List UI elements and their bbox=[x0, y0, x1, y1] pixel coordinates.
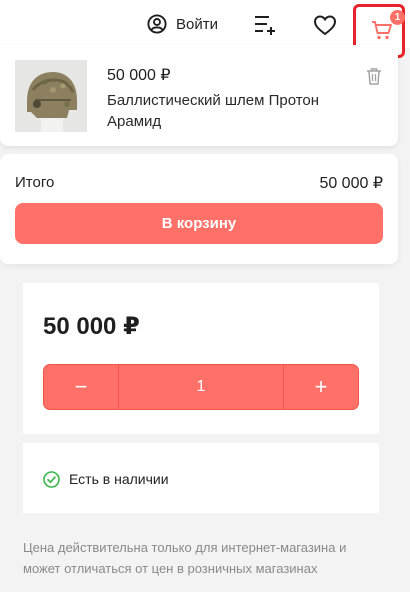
item-name[interactable]: Баллистический шлем Протон Арамид bbox=[107, 90, 337, 132]
quantity-value[interactable]: 1 bbox=[118, 365, 284, 409]
trash-icon[interactable] bbox=[366, 67, 382, 85]
site-header: Войти 1 bbox=[0, 0, 410, 58]
compare-icon[interactable] bbox=[254, 14, 278, 36]
login-label: Войти bbox=[176, 15, 218, 33]
item-price: 50 000 ₽ bbox=[107, 67, 171, 84]
login-link[interactable]: Войти bbox=[147, 13, 218, 35]
price-disclaimer: Цена действительна только для интернет-м… bbox=[23, 540, 347, 576]
product-thumbnail[interactable] bbox=[15, 60, 87, 132]
decrease-quantity-button[interactable]: − bbox=[44, 365, 118, 409]
quantity-stepper: − 1 + bbox=[43, 364, 359, 410]
stock-card: Есть в наличии bbox=[23, 443, 379, 513]
total-label: Итого bbox=[15, 174, 55, 191]
mini-cart-summary: Итого 50 000 ₽ В корзину bbox=[0, 154, 398, 264]
go-to-cart-button[interactable]: В корзину bbox=[15, 203, 383, 244]
product-price: 50 000 ₽ bbox=[43, 313, 140, 340]
total-value: 50 000 ₽ bbox=[319, 175, 383, 192]
stock-status: Есть в наличии bbox=[69, 471, 169, 487]
user-icon bbox=[147, 14, 167, 34]
mini-cart-item: 50 000 ₽ Баллистический шлем Протон Арам… bbox=[0, 45, 398, 146]
cart-count-badge: 1 bbox=[390, 10, 405, 25]
check-circle-icon bbox=[43, 471, 60, 488]
cart-icon bbox=[371, 20, 393, 41]
increase-quantity-button[interactable]: + bbox=[284, 365, 358, 409]
heart-icon[interactable] bbox=[313, 14, 337, 36]
buy-card: 50 000 ₽ − 1 + bbox=[23, 283, 379, 434]
